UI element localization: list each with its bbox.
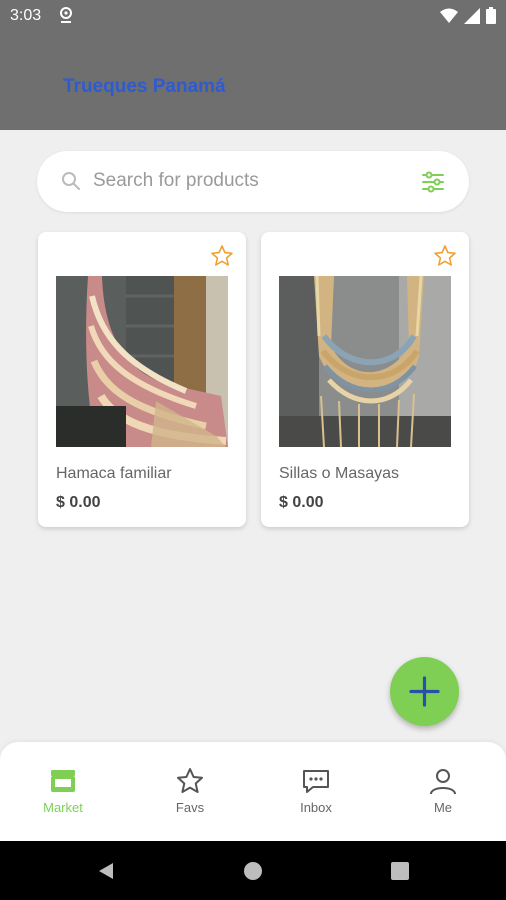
search-input[interactable] [93, 166, 393, 196]
product-name: Hamaca familiar [56, 465, 172, 482]
status-time: 3:03 [10, 7, 42, 24]
person-icon [430, 769, 456, 795]
nav-item-inbox[interactable]: Inbox [266, 766, 366, 826]
recents-icon[interactable] [390, 861, 410, 881]
nav-label-inbox: Inbox [300, 800, 332, 815]
chat-icon [303, 770, 329, 793]
back-icon[interactable] [96, 861, 116, 881]
nav-label-favs: Favs [175, 800, 205, 815]
home-icon[interactable] [243, 861, 263, 881]
product-price: $ 0.00 [56, 494, 101, 511]
product-price: $ 0.00 [279, 494, 324, 511]
filter-icon[interactable] [421, 170, 445, 194]
product-name: Sillas o Masayas [279, 465, 400, 482]
status-bar: 3:03 [0, 0, 506, 32]
product-card[interactable]: Sillas o Masayas $ 0.00 [261, 232, 469, 527]
store-icon [51, 770, 75, 792]
nav-label-me: Me [433, 800, 453, 815]
location-icon [60, 7, 72, 23]
nav-item-favs[interactable]: Favs [140, 766, 240, 826]
app-title: Trueques Panamá [63, 76, 226, 97]
system-navigation-bar [0, 841, 506, 900]
wifi-icon [440, 8, 458, 23]
star-icon [177, 768, 203, 793]
bottom-navigation: Market Favs Inbox Me [0, 742, 506, 841]
product-photo[interactable] [56, 276, 228, 447]
search-icon [62, 172, 80, 190]
favorite-star-icon[interactable] [210, 244, 234, 268]
favorite-star-icon[interactable] [433, 244, 457, 268]
signal-icon [464, 7, 480, 24]
app-bar: Trueques Panamá [0, 32, 506, 130]
nav-item-me[interactable]: Me [393, 766, 493, 826]
add-product-button[interactable] [390, 657, 459, 726]
battery-icon [486, 7, 496, 24]
nav-label-market: Market [43, 800, 83, 815]
product-photo[interactable] [279, 276, 451, 447]
plus-icon [409, 676, 440, 707]
search-bar[interactable] [37, 151, 469, 212]
nav-item-market[interactable]: Market [13, 766, 113, 826]
product-card[interactable]: Hamaca familiar $ 0.00 [38, 232, 246, 527]
